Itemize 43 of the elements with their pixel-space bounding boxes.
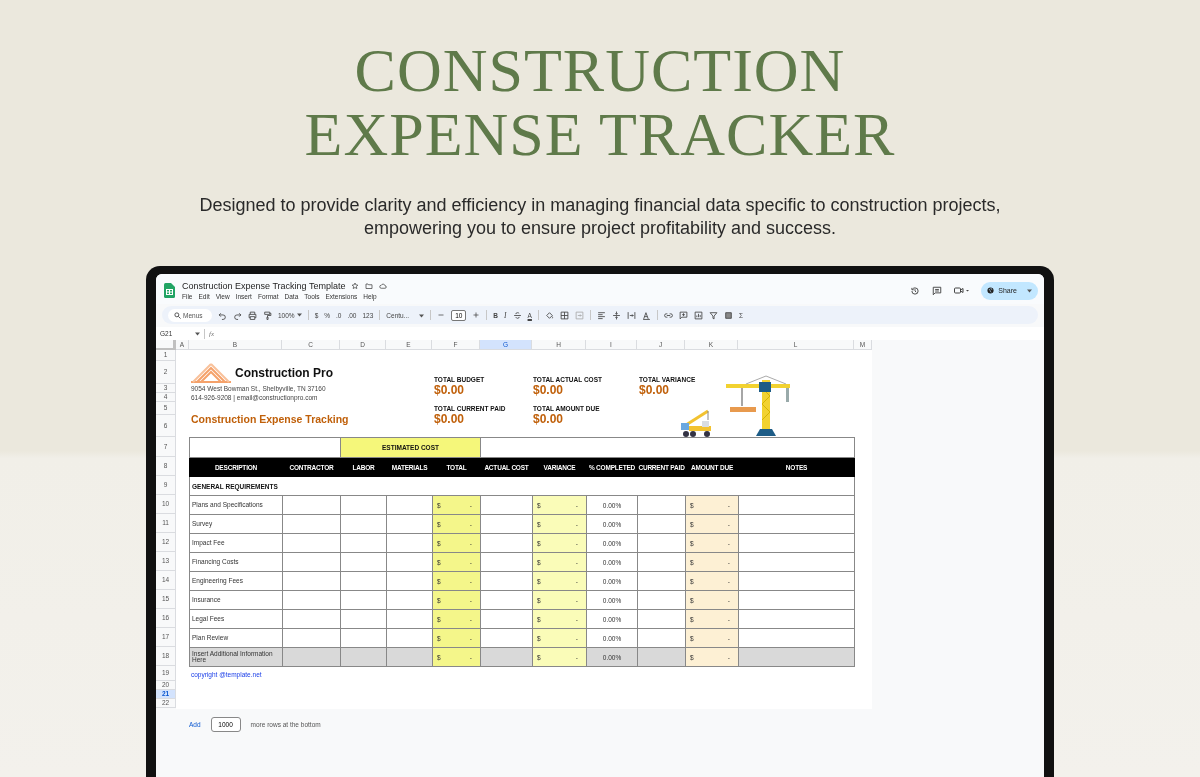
cloud-icon[interactable] bbox=[379, 282, 388, 290]
folder-icon[interactable] bbox=[365, 282, 374, 290]
roof-logo-icon bbox=[191, 362, 231, 383]
print-icon[interactable] bbox=[248, 310, 257, 320]
undo-icon[interactable] bbox=[218, 310, 227, 320]
document-title[interactable]: Construction Expense Tracking Template bbox=[182, 281, 346, 291]
total-value: $0.00 bbox=[639, 383, 671, 397]
sheet-heading: Construction Expense Tracking bbox=[191, 413, 350, 425]
caret-icon bbox=[195, 331, 200, 336]
vertical-align-icon[interactable] bbox=[611, 310, 621, 320]
title-line: EXPENSE TRACKER bbox=[304, 102, 896, 166]
link-icon[interactable] bbox=[663, 310, 673, 320]
text-rotate-icon[interactable] bbox=[641, 310, 651, 320]
align-icon[interactable] bbox=[596, 310, 606, 320]
chart-icon[interactable] bbox=[693, 310, 703, 320]
caret-icon bbox=[296, 313, 302, 317]
fill-color-icon[interactable] bbox=[544, 310, 554, 320]
caret-icon bbox=[419, 313, 425, 318]
merge-cells-icon[interactable] bbox=[574, 310, 584, 320]
total-value: $0.00 bbox=[533, 412, 565, 426]
add-comment-icon[interactable] bbox=[678, 310, 688, 320]
caret-icon bbox=[1027, 289, 1032, 293]
subtitle: Designed to provide clarity and efficiency in managing financial data specific to construction projects, empowering you to ensure project profitability and success. bbox=[198, 194, 1002, 240]
filter-views-icon[interactable] bbox=[723, 310, 733, 320]
strikethrough-icon[interactable] bbox=[512, 310, 522, 320]
plus-icon[interactable] bbox=[472, 311, 481, 319]
paint-format-icon[interactable] bbox=[263, 310, 272, 320]
spreadsheet-logo-icon[interactable] bbox=[164, 283, 175, 298]
history-icon[interactable] bbox=[910, 285, 921, 296]
globe-icon bbox=[987, 287, 995, 294]
borders-icon[interactable] bbox=[559, 310, 569, 320]
video-call-icon[interactable] bbox=[954, 286, 970, 295]
redo-icon[interactable] bbox=[233, 310, 242, 320]
total-value: $0.00 bbox=[434, 383, 466, 397]
title-line: CONSTRUCTION bbox=[354, 38, 846, 102]
company-name: Construction Pro bbox=[235, 365, 333, 380]
star-icon[interactable] bbox=[351, 282, 360, 290]
total-value: $0.00 bbox=[533, 383, 565, 397]
search-icon bbox=[174, 311, 181, 319]
comment-icon[interactable] bbox=[932, 285, 943, 296]
total-value: $0.00 bbox=[434, 412, 466, 426]
filter-icon[interactable] bbox=[708, 310, 718, 320]
text-wrap-icon[interactable] bbox=[626, 310, 636, 320]
